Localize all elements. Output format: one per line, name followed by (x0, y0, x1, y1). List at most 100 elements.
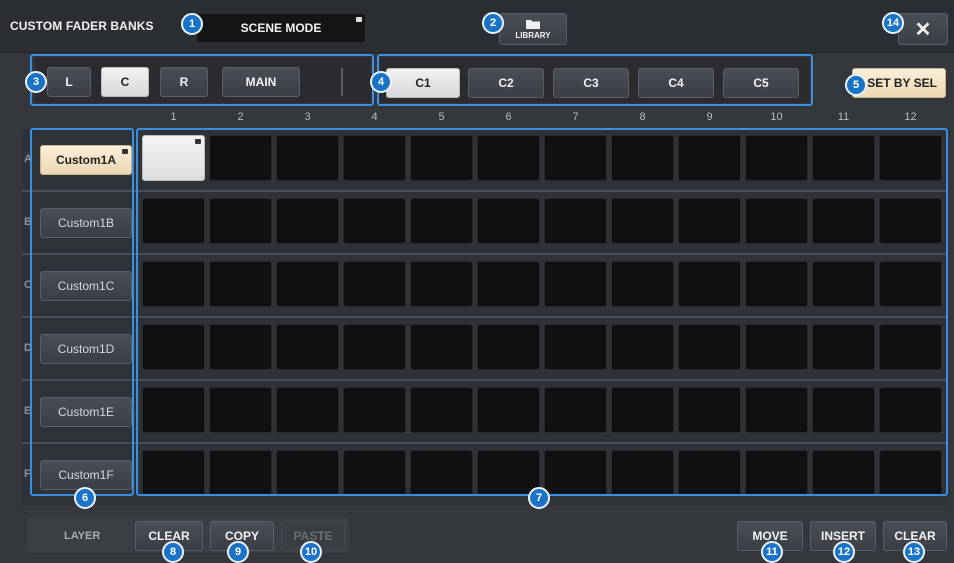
fader-cell[interactable] (611, 387, 674, 433)
fader-cell[interactable] (276, 135, 339, 181)
fader-cell[interactable] (276, 324, 339, 370)
fader-cell[interactable] (879, 450, 942, 496)
fader-cell[interactable] (209, 450, 272, 496)
fader-cell[interactable] (410, 324, 473, 370)
row-bank-button[interactable]: Custom1C (40, 271, 132, 301)
fader-cell[interactable] (544, 198, 607, 244)
fader-cell[interactable] (209, 324, 272, 370)
fader-cell[interactable] (276, 450, 339, 496)
fader-cell[interactable] (812, 324, 875, 370)
fader-cell[interactable] (745, 450, 808, 496)
window-title: CUSTOM FADER BANKS (10, 19, 154, 33)
fader-cell[interactable] (410, 450, 473, 496)
tab-layer-r[interactable]: R (160, 67, 208, 97)
fader-cell[interactable] (209, 135, 272, 181)
fader-cell[interactable] (343, 198, 406, 244)
row-letter: C (24, 279, 32, 291)
fader-cell[interactable] (678, 387, 741, 433)
fader-cell[interactable] (276, 198, 339, 244)
fader-cell[interactable] (879, 324, 942, 370)
fader-cell[interactable] (276, 387, 339, 433)
callout-badge-13: 13 (903, 541, 925, 563)
fader-cell[interactable] (879, 198, 942, 244)
fader-cell[interactable] (477, 387, 540, 433)
fader-cell[interactable] (544, 261, 607, 307)
fader-cell[interactable] (142, 324, 205, 370)
fader-cell[interactable] (611, 198, 674, 244)
fader-cell[interactable] (812, 198, 875, 244)
fader-cell[interactable] (879, 135, 942, 181)
fader-cell[interactable] (812, 135, 875, 181)
fader-cell[interactable] (343, 387, 406, 433)
fader-cell[interactable] (745, 135, 808, 181)
row-letter: F (24, 468, 31, 480)
fader-cell[interactable] (410, 261, 473, 307)
fader-cell[interactable] (678, 135, 741, 181)
fader-cell[interactable] (678, 324, 741, 370)
fader-cell[interactable] (276, 261, 339, 307)
fader-cell[interactable] (343, 450, 406, 496)
fader-cell[interactable] (879, 261, 942, 307)
fader-cell[interactable] (544, 135, 607, 181)
row-bank-button[interactable]: Custom1F (40, 460, 132, 490)
callout-badge-12: 12 (833, 541, 855, 563)
fader-cell[interactable] (678, 261, 741, 307)
fader-cell[interactable] (812, 261, 875, 307)
fader-cell[interactable] (544, 450, 607, 496)
fader-cell[interactable] (477, 261, 540, 307)
row-bank-button[interactable]: Custom1B (40, 208, 132, 238)
column-number: 9 (706, 111, 713, 123)
fader-cell[interactable] (410, 135, 473, 181)
tab-label: C1 (415, 76, 431, 90)
library-button[interactable]: LIBRARY (499, 13, 567, 45)
fader-cell[interactable] (343, 324, 406, 370)
row-bank-button[interactable]: Custom1E (40, 397, 132, 427)
scene-mode-button[interactable]: SCENE MODE (196, 13, 366, 43)
fader-cell[interactable] (812, 387, 875, 433)
callout-badge-14: 14 (882, 12, 904, 34)
fader-cell[interactable] (745, 387, 808, 433)
fader-cell[interactable] (410, 387, 473, 433)
fader-cell[interactable] (745, 198, 808, 244)
tab-bank-c1[interactable]: C1 (386, 68, 460, 98)
close-button[interactable]: ✕ (898, 13, 948, 45)
fader-cell[interactable] (745, 261, 808, 307)
row-bank-label: Custom1F (58, 468, 114, 482)
fader-cell[interactable] (142, 261, 205, 307)
fader-cell[interactable] (611, 324, 674, 370)
fader-cell[interactable] (142, 450, 205, 496)
row-letter: E (24, 405, 32, 417)
fader-cell[interactable] (812, 450, 875, 496)
fader-cell[interactable] (142, 135, 205, 181)
fader-cell[interactable] (544, 324, 607, 370)
fader-cell[interactable] (477, 198, 540, 244)
tab-bank-c4[interactable]: C4 (638, 68, 714, 98)
fader-cell[interactable] (343, 135, 406, 181)
fader-cell[interactable] (142, 387, 205, 433)
fader-cell[interactable] (209, 261, 272, 307)
fader-cell[interactable] (678, 450, 741, 496)
fader-cell[interactable] (209, 387, 272, 433)
fader-cell[interactable] (745, 324, 808, 370)
fader-cell[interactable] (209, 198, 272, 244)
column-number: 11 (837, 111, 850, 123)
fader-cell[interactable] (343, 261, 406, 307)
fader-cell[interactable] (142, 198, 205, 244)
fader-cell[interactable] (477, 135, 540, 181)
tab-bank-c3[interactable]: C3 (553, 68, 629, 98)
fader-cell[interactable] (477, 324, 540, 370)
fader-cell[interactable] (410, 198, 473, 244)
fader-cell[interactable] (678, 198, 741, 244)
row-bank-button[interactable]: Custom1D (40, 334, 132, 364)
tab-layer-l[interactable]: L (47, 67, 91, 97)
tab-layer-main[interactable]: MAIN (222, 67, 300, 97)
fader-cell[interactable] (611, 450, 674, 496)
tab-bank-c5[interactable]: C5 (723, 68, 799, 98)
tab-layer-c[interactable]: C (101, 67, 149, 97)
fader-cell[interactable] (611, 261, 674, 307)
row-bank-button[interactable]: Custom1A (40, 145, 132, 175)
fader-cell[interactable] (879, 387, 942, 433)
fader-cell[interactable] (544, 387, 607, 433)
tab-bank-c2[interactable]: C2 (468, 68, 544, 98)
fader-cell[interactable] (611, 135, 674, 181)
